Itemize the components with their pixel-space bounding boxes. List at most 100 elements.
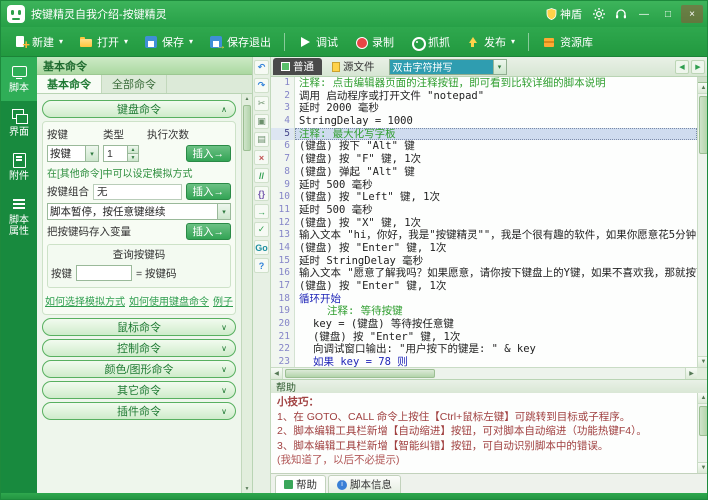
stepper-down-icon[interactable]: ▼ bbox=[128, 154, 138, 161]
help-link[interactable]: 如何选择模拟方式 bbox=[45, 293, 125, 308]
code-line[interactable]: 13输入文本 "hi，你好，我是"按键精灵""，我是个很有趣的软件，如果你愿意花… bbox=[271, 229, 697, 242]
code-line[interactable]: 23如果 key = 78 则 bbox=[271, 356, 697, 367]
dropdown-arrow-icon[interactable]: ▾ bbox=[189, 37, 193, 46]
undo-icon[interactable]: ↶ bbox=[254, 60, 269, 75]
open-button[interactable]: 打开▾ bbox=[72, 30, 135, 54]
minimize-button[interactable]: — bbox=[633, 5, 655, 23]
find-icon[interactable]: ? bbox=[254, 258, 269, 273]
code-line[interactable]: 10(键盘) 按 "Left" 键, 1次 bbox=[271, 191, 697, 204]
sidebar-item-script-properties[interactable]: 脚本属性 bbox=[1, 189, 37, 244]
record-button[interactable]: 录制 bbox=[347, 30, 401, 54]
code-line[interactable]: 21(键盘) 按 "Enter" 键, 1次 bbox=[271, 331, 697, 344]
tab-basic-commands[interactable]: 基本命令 bbox=[37, 75, 102, 93]
code-line[interactable]: 11延时 500 毫秒 bbox=[271, 204, 697, 217]
chevron-down-icon[interactable]: ▾ bbox=[493, 60, 506, 74]
stepper-buttons[interactable]: ▲▼ bbox=[127, 146, 138, 161]
code-line[interactable]: 4StringDelay = 1000 bbox=[271, 115, 697, 128]
scrollbar-thumb[interactable] bbox=[243, 105, 251, 151]
statusbar-tab-script-info[interactable]: 脚本信息 bbox=[328, 475, 401, 493]
code-line[interactable]: 6(键盘) 按下 "Alt" 键 bbox=[271, 140, 697, 153]
code-area[interactable]: 1注释: 点击编辑器页面的注释按钮，即可看到比较详细的脚本说明2调用 启动程序或… bbox=[271, 77, 697, 367]
code-line[interactable]: 18循环开始 bbox=[271, 293, 697, 306]
keyboard-section-header[interactable]: 键盘命令 bbox=[42, 100, 236, 118]
code-line[interactable]: 22向调试窗口输出: "用户按下的键是: " & key bbox=[271, 343, 697, 356]
code-line[interactable]: 16输入文本 "愿意了解我吗？如果愿意，请你按下键盘上的Y键，如果不喜欢我，那就… bbox=[271, 267, 697, 280]
stepper-up-icon[interactable]: ▲ bbox=[128, 146, 138, 154]
key-combination-field[interactable]: 无 bbox=[93, 184, 182, 200]
command-section-header[interactable]: 控制命令 bbox=[42, 339, 236, 357]
save-button[interactable]: 保存▾ bbox=[137, 30, 200, 54]
new-button[interactable]: 新建▾ bbox=[7, 30, 70, 54]
sidebar-item-script[interactable]: 脚本 bbox=[1, 57, 37, 101]
snippet-combobox[interactable]: 双击字符拼写 ▾ bbox=[389, 59, 507, 75]
scroll-right-icon[interactable]: ▶ bbox=[685, 368, 697, 379]
code-line[interactable]: 8(键盘) 弹起 "Alt" 键 bbox=[271, 166, 697, 179]
tab-normal-view[interactable]: 普通 bbox=[273, 58, 322, 75]
scroll-up-icon[interactable]: ▲ bbox=[242, 94, 252, 103]
resource-button[interactable]: 资源库 bbox=[535, 30, 600, 54]
redo-icon[interactable]: ↷ bbox=[254, 78, 269, 93]
code-line[interactable]: 9延时 500 毫秒 bbox=[271, 179, 697, 192]
chevron-down-icon[interactable]: ▾ bbox=[217, 204, 230, 219]
scroll-down-icon[interactable]: ▼ bbox=[698, 356, 708, 367]
capture-button[interactable]: 抓抓 bbox=[403, 30, 457, 54]
repeat-count-stepper[interactable]: 1 ▲▼ bbox=[103, 145, 139, 162]
command-section-header[interactable]: 颜色/图形命令 bbox=[42, 360, 236, 378]
scroll-left-icon[interactable]: ◀ bbox=[271, 368, 283, 379]
scroll-down-icon[interactable]: ▼ bbox=[698, 462, 708, 473]
keycode-input[interactable] bbox=[76, 265, 132, 281]
close-button[interactable]: × bbox=[681, 5, 703, 23]
help-vertical-scrollbar[interactable]: ▲ ▼ bbox=[697, 393, 708, 473]
editor-horizontal-scrollbar[interactable]: ◀ ▶ bbox=[271, 367, 708, 379]
code-line[interactable]: 20key = (键盘) 等待按任意键 bbox=[271, 318, 697, 331]
key-type-select[interactable]: 按键 ▾ bbox=[47, 145, 99, 162]
dropdown-arrow-icon[interactable]: ▾ bbox=[124, 37, 128, 46]
insert-store-button[interactable]: 插入→ bbox=[186, 223, 232, 240]
dropdown-arrow-icon[interactable]: ▾ bbox=[511, 37, 515, 46]
code-line[interactable]: 3延时 2000 毫秒 bbox=[271, 102, 697, 115]
paste-icon[interactable]: ▤ bbox=[254, 132, 269, 147]
code-line[interactable]: 17(键盘) 按 "Enter" 键, 1次 bbox=[271, 280, 697, 293]
help-link[interactable]: 例子 bbox=[213, 293, 233, 308]
publish-button[interactable]: 发布▾ bbox=[459, 30, 522, 54]
cut-icon[interactable]: ✂ bbox=[254, 96, 269, 111]
code-line[interactable]: 15延时 StringDelay 毫秒 bbox=[271, 255, 697, 268]
scrollbar-thumb[interactable] bbox=[699, 96, 708, 154]
dismiss-tips-link[interactable]: (我知道了，以后不必提示) bbox=[277, 453, 693, 468]
code-line[interactable]: 2调用 启动程序或打开文件 "notepad" bbox=[271, 90, 697, 103]
maximize-button[interactable]: □ bbox=[657, 5, 679, 23]
copy-icon[interactable]: ▣ bbox=[254, 114, 269, 129]
braces-icon[interactable]: {} bbox=[254, 186, 269, 201]
insert-key-button[interactable]: 插入→ bbox=[186, 145, 232, 162]
delete-icon[interactable]: × bbox=[254, 150, 269, 165]
code-line[interactable]: 7(键盘) 按 "F" 键, 1次 bbox=[271, 153, 697, 166]
command-section-header[interactable]: 鼠标命令 bbox=[42, 318, 236, 336]
chevron-down-icon[interactable]: ▾ bbox=[85, 146, 98, 161]
shield-button[interactable]: 神盾 bbox=[541, 4, 587, 24]
dropdown-arrow-icon[interactable]: ▾ bbox=[59, 37, 63, 46]
scrollbar-thumb[interactable] bbox=[285, 369, 435, 378]
code-line[interactable]: 1注释: 点击编辑器页面的注释按钮，即可看到比较详细的脚本说明 bbox=[271, 77, 697, 90]
editor-vertical-scrollbar[interactable]: ▲ ▼ bbox=[697, 77, 708, 367]
scrollbar-thumb[interactable] bbox=[699, 406, 708, 436]
scroll-up-icon[interactable]: ▲ bbox=[698, 83, 708, 94]
indent-icon[interactable]: → bbox=[254, 204, 269, 219]
code-editor[interactable]: 1注释: 点击编辑器页面的注释按钮，即可看到比较详细的脚本说明2调用 启动程序或… bbox=[271, 77, 708, 367]
code-line[interactable]: 5注释: 最大化写字板 bbox=[271, 128, 697, 141]
command-section-header[interactable]: 插件命令 bbox=[42, 402, 236, 420]
tab-scroll-left-button[interactable]: ◀ bbox=[675, 60, 689, 74]
save-exit-button[interactable]: →保存退出 bbox=[202, 30, 278, 54]
debug-button[interactable]: 调试 bbox=[291, 30, 345, 54]
goto-icon[interactable]: Go bbox=[254, 240, 269, 255]
tab-scroll-right-button[interactable]: ▶ bbox=[691, 60, 705, 74]
scroll-down-icon[interactable]: ▼ bbox=[242, 484, 252, 493]
command-section-header[interactable]: 其它命令 bbox=[42, 381, 236, 399]
help-link[interactable]: 如何使用键盘命令 bbox=[129, 293, 209, 308]
settings-button[interactable] bbox=[589, 5, 609, 23]
insert-combination-button[interactable]: 插入→ bbox=[186, 183, 232, 200]
sidebar-item-interface[interactable]: 界面 bbox=[1, 101, 37, 145]
code-line[interactable]: 12(键盘) 按 "X" 键, 1次 bbox=[271, 217, 697, 230]
code-line[interactable]: 14(键盘) 按 "Enter" 键, 1次 bbox=[271, 242, 697, 255]
tab-source-view[interactable]: 源文件 bbox=[324, 58, 383, 75]
statusbar-tab-help-book[interactable]: 帮助 bbox=[275, 475, 326, 493]
